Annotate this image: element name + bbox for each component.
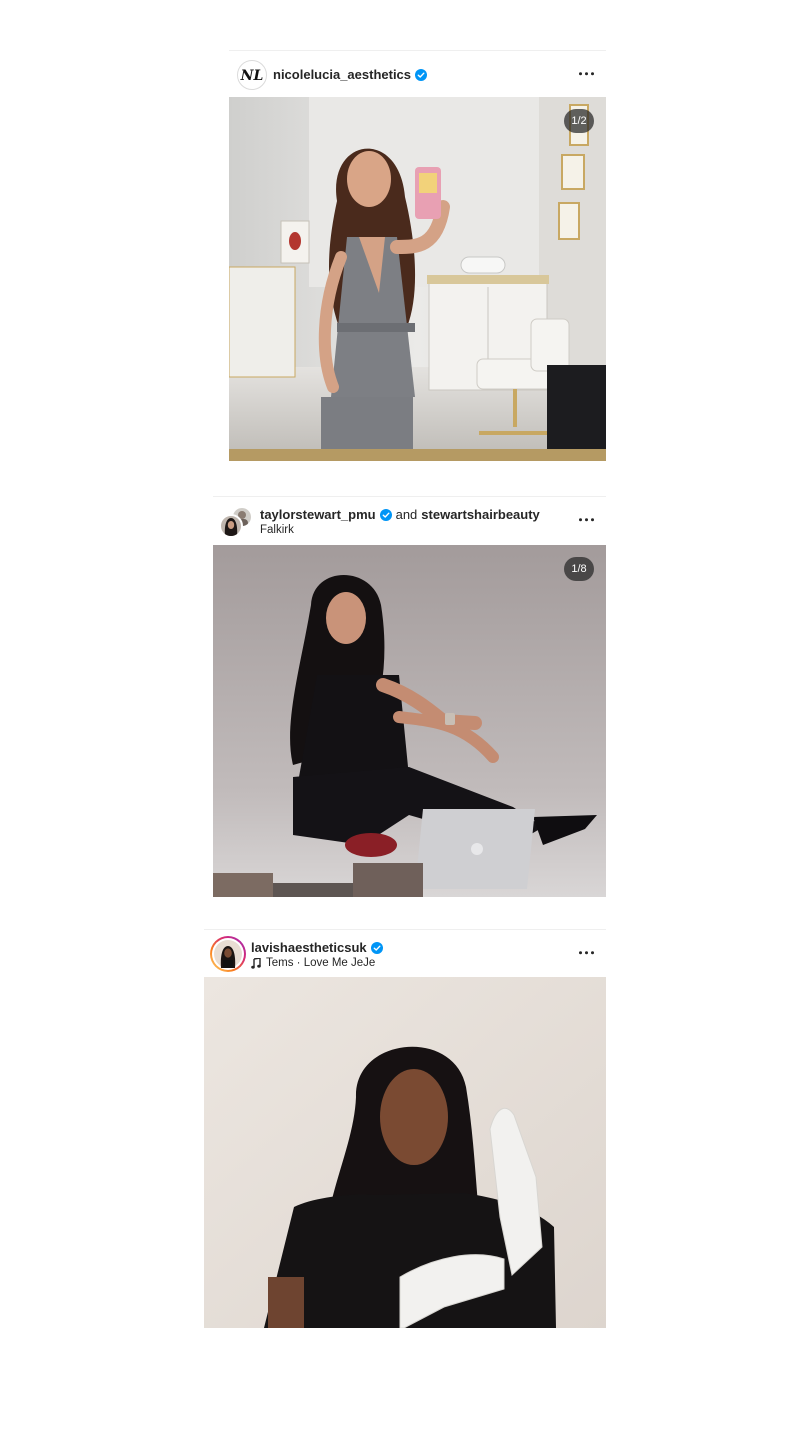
location-link[interactable]: Falkirk bbox=[260, 524, 540, 536]
post-header: lavishaestheticsuk Tems · Love Me JeJe bbox=[204, 929, 606, 976]
username[interactable]: taylorstewart_pmu bbox=[260, 507, 376, 522]
post-photo[interactable]: 1/8 bbox=[213, 545, 606, 897]
more-horizontal-icon bbox=[578, 72, 583, 76]
more-options-button[interactable] bbox=[578, 518, 594, 522]
post-header: taylorstewart_pmu and stewartshairbeauty… bbox=[213, 496, 606, 543]
avatar[interactable] bbox=[210, 936, 246, 972]
more-horizontal-icon bbox=[578, 951, 583, 955]
carousel-counter: 1/2 bbox=[564, 109, 594, 133]
username[interactable]: lavishaestheticsuk bbox=[251, 940, 367, 955]
brand-logo-icon: NL bbox=[240, 68, 264, 84]
post-1: NL nicolelucia_aesthetics 1/2 bbox=[229, 50, 606, 461]
instagram-feed: NL nicolelucia_aesthetics 1/2 taylorstew… bbox=[0, 0, 810, 1440]
verified-badge-icon bbox=[379, 508, 392, 521]
music-note-icon bbox=[251, 957, 261, 969]
collab-avatars[interactable] bbox=[219, 506, 255, 538]
audio-track-label: Tems · Love Me JeJe bbox=[266, 957, 376, 969]
carousel-counter: 1/8 bbox=[564, 557, 594, 581]
post-header: NL nicolelucia_aesthetics bbox=[229, 50, 606, 97]
post-3: lavishaestheticsuk Tems · Love Me JeJe bbox=[204, 929, 606, 1328]
avatar-monogram: NL bbox=[240, 68, 264, 84]
avatar-primary bbox=[219, 514, 243, 538]
verified-badge-icon bbox=[370, 941, 383, 954]
gloved-portrait-image bbox=[204, 977, 606, 1328]
more-horizontal-icon bbox=[578, 518, 583, 522]
header-text: nicolelucia_aesthetics bbox=[273, 67, 428, 82]
collaborator-username[interactable]: stewartshairbeauty bbox=[421, 507, 540, 522]
and-connector: and bbox=[395, 507, 418, 522]
post-2: taylorstewart_pmu and stewartshairbeauty… bbox=[213, 496, 606, 897]
avatar[interactable]: NL bbox=[237, 60, 267, 90]
audio-link[interactable]: Tems · Love Me JeJe bbox=[251, 957, 383, 969]
post-photo[interactable] bbox=[204, 977, 606, 1328]
verified-badge-icon bbox=[415, 68, 428, 81]
more-options-button[interactable] bbox=[578, 951, 594, 955]
studio-portrait-image bbox=[213, 545, 606, 897]
mirror-selfie-image bbox=[229, 97, 606, 461]
post-photo[interactable]: 1/2 bbox=[229, 97, 606, 461]
header-text: taylorstewart_pmu and stewartshairbeauty… bbox=[260, 507, 540, 536]
more-options-button[interactable] bbox=[578, 72, 594, 76]
username[interactable]: nicolelucia_aesthetics bbox=[273, 67, 411, 82]
profile-photo-icon bbox=[214, 940, 242, 968]
header-text: lavishaestheticsuk Tems · Love Me JeJe bbox=[251, 940, 383, 969]
